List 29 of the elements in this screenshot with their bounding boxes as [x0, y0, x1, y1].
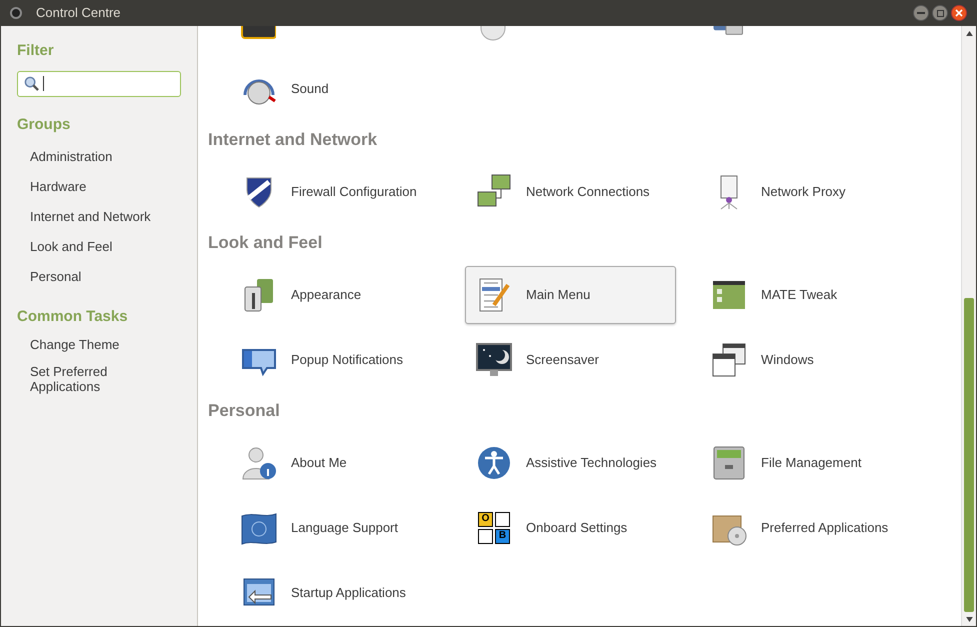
common-tasks-heading: Common Tasks	[17, 307, 129, 327]
group-link[interactable]: Personal	[17, 267, 82, 287]
task-link[interactable]: Set Preferred Applications	[17, 364, 181, 394]
windows-icon	[711, 342, 747, 378]
maximize-icon[interactable]	[932, 5, 948, 21]
search-field[interactable]	[17, 70, 181, 96]
search-icon	[24, 76, 39, 91]
minimize-icon[interactable]	[913, 5, 929, 21]
network-icon	[476, 174, 512, 210]
window-menu-icon[interactable]	[10, 7, 22, 19]
monitor-moon-icon	[476, 342, 512, 378]
scroll-thumb[interactable]	[964, 298, 974, 612]
group-link[interactable]: Internet and Network	[17, 207, 151, 227]
person-info-icon	[241, 444, 277, 480]
accessibility-icon	[476, 444, 512, 480]
close-icon[interactable]	[951, 5, 967, 21]
file-cabinet-icon	[711, 444, 747, 480]
group-link[interactable]: Hardware	[17, 177, 86, 197]
filter-heading: Filter	[17, 41, 55, 61]
groups-heading: Groups	[17, 114, 72, 134]
task-link[interactable]: Change Theme	[17, 336, 181, 352]
section-heading: Personal	[208, 400, 280, 422]
group-link[interactable]: Administration	[17, 147, 112, 167]
section-heading: Internet and Network	[208, 129, 378, 152]
applet-item[interactable]: Main Menu	[465, 266, 676, 324]
window-title: Control Centre	[36, 4, 121, 22]
group-link[interactable]: Look and Feel	[17, 237, 112, 257]
scrollbar[interactable]	[961, 26, 976, 626]
section-heading: Look and Feel	[208, 232, 322, 254]
